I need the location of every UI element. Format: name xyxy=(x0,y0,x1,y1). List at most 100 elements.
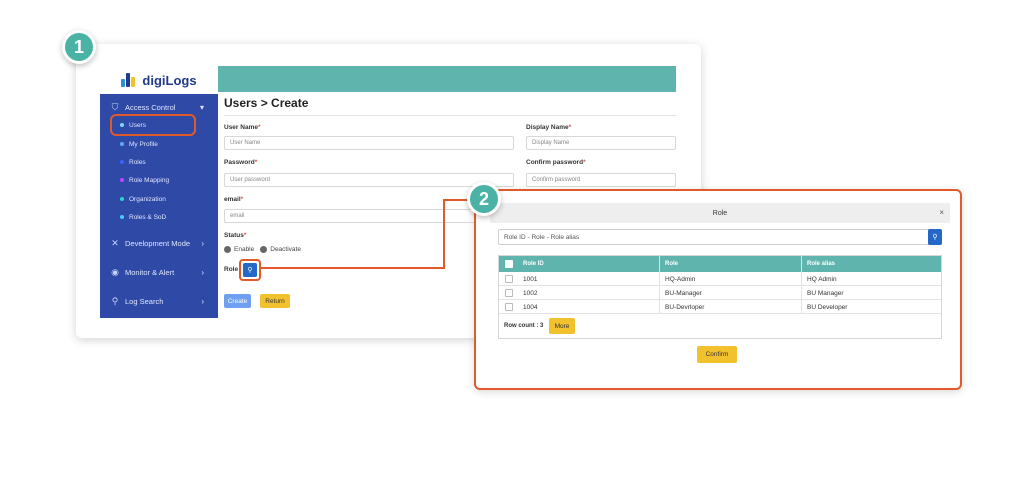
label-text: Confirm password xyxy=(526,159,584,166)
sidebar-item-organization[interactable]: Organization xyxy=(100,193,218,205)
modal-header: Role × xyxy=(490,203,950,223)
display-name-label: Display Name* xyxy=(526,124,571,131)
enable-radio[interactable] xyxy=(224,246,231,253)
sidebar-item-my-profile[interactable]: My Profile xyxy=(100,138,218,150)
label-text: email xyxy=(224,196,241,203)
display-name-input[interactable]: Display Name xyxy=(526,136,676,150)
role-label: Role xyxy=(224,266,239,273)
chevron-right-icon: › xyxy=(201,267,204,277)
chevron-right-icon: › xyxy=(201,296,204,306)
shield-icon: ⛉ xyxy=(111,101,119,112)
sidebar-item-label: My Profile xyxy=(129,140,158,148)
confirm-password-input[interactable]: Confirm password xyxy=(526,173,676,187)
bullet-icon xyxy=(120,160,124,164)
required-mark: * xyxy=(568,124,572,131)
label-text: User Name xyxy=(224,124,258,131)
status-radio-group: Enable Deactivate xyxy=(224,246,301,253)
role-alias-cell: HQ Admin xyxy=(807,275,837,283)
select-all-checkbox[interactable] xyxy=(505,260,513,268)
status-label: Status* xyxy=(224,232,246,239)
connector-line xyxy=(261,267,444,269)
sidebar-item-roles-sod[interactable]: Roles & SoD xyxy=(100,211,218,223)
close-icon[interactable]: × xyxy=(939,208,944,217)
label-text: Password xyxy=(224,159,255,166)
label-text: Status xyxy=(224,232,244,239)
password-label: Password* xyxy=(224,159,257,166)
bullet-icon xyxy=(120,142,124,146)
deactivate-radio-label: Deactivate xyxy=(270,246,301,253)
confirm-button[interactable]: Confirm xyxy=(697,346,737,363)
brand-name: digiLogs xyxy=(142,72,197,88)
required-mark: * xyxy=(254,159,258,166)
sidebar-group-log-search[interactable]: ⚲ Log Search › xyxy=(100,294,218,308)
sidebar-group-development-mode[interactable]: ✕ Development Mode › xyxy=(100,236,218,250)
eye-icon: ◉ xyxy=(111,266,119,277)
label-text: Display Name xyxy=(526,124,569,131)
step-1-badge: 1 xyxy=(62,30,96,64)
column-header: Role ID xyxy=(523,261,544,267)
required-mark: * xyxy=(583,159,586,166)
row-count: Row count : 3 xyxy=(504,323,544,329)
column-header: Role alias xyxy=(807,261,836,267)
modal-title: Role xyxy=(712,209,728,217)
sidebar-group-label: Access Control xyxy=(125,102,176,112)
confirm-password-label: Confirm password* xyxy=(526,159,586,166)
create-button[interactable]: Create xyxy=(224,294,251,308)
divider xyxy=(224,115,676,116)
sidebar-item-roles[interactable]: Roles xyxy=(100,156,218,168)
role-id-cell: 1004 xyxy=(523,303,538,311)
search-icon: ⚲ xyxy=(111,295,119,306)
step-2-badge: 2 xyxy=(467,182,501,216)
sidebar-group-label: Log Search xyxy=(125,296,164,306)
required-mark: * xyxy=(243,232,247,239)
table-row[interactable]: 1002 BU-Manager BU Manager xyxy=(499,286,941,300)
deactivate-radio[interactable] xyxy=(260,246,268,253)
sidebar-item-role-mapping[interactable]: Role Mapping xyxy=(100,174,218,186)
return-button[interactable]: Return xyxy=(260,294,290,308)
search-icon: ⚲ xyxy=(932,234,938,241)
bullet-icon xyxy=(120,215,124,219)
sidebar-item-label: Roles xyxy=(129,158,146,166)
role-table: Role ID Role Role alias 1001 HQ-Admin HQ… xyxy=(498,255,942,339)
sidebar-group-access-control[interactable]: ⛉ Access Control ▾ xyxy=(100,100,218,114)
email-input[interactable]: email xyxy=(224,209,514,223)
role-id-cell: 1001 xyxy=(523,275,538,283)
role-cell: BU-Manager xyxy=(665,289,702,297)
user-name-label: User Name* xyxy=(224,124,261,131)
password-input[interactable]: User password xyxy=(224,173,514,187)
top-bar xyxy=(218,66,676,92)
row-checkbox[interactable] xyxy=(505,289,513,297)
users-highlight-outline xyxy=(110,114,196,136)
required-mark: * xyxy=(257,124,261,131)
connector-line xyxy=(443,199,445,269)
logo-icon xyxy=(121,73,137,87)
row-checkbox[interactable] xyxy=(505,303,513,311)
table-row[interactable]: 1001 HQ-Admin HQ Admin xyxy=(499,272,941,286)
logo[interactable]: digiLogs xyxy=(100,66,218,94)
role-cell: HQ-Admin xyxy=(665,275,696,283)
sidebar-group-label: Development Mode xyxy=(125,238,191,248)
sidebar-item-label: Roles & SoD xyxy=(129,213,167,221)
sidebar-item-label: Organization xyxy=(129,195,166,203)
bullet-icon xyxy=(120,197,124,201)
role-id-cell: 1002 xyxy=(523,289,538,297)
page-title: Users > Create xyxy=(224,96,309,110)
modal-search-button[interactable]: ⚲ xyxy=(928,229,942,245)
role-search-input[interactable]: Role ID - Role - Role alias xyxy=(498,229,930,245)
table-row[interactable]: 1004 BU-Devrloper BU Developer xyxy=(499,300,941,314)
role-alias-cell: BU Manager xyxy=(807,289,844,297)
tools-icon: ✕ xyxy=(111,237,119,248)
sidebar-group-monitor-alert[interactable]: ◉ Monitor & Alert › xyxy=(100,265,218,279)
role-alias-cell: BU Developer xyxy=(807,303,848,311)
chevron-right-icon: › xyxy=(201,238,204,248)
more-button[interactable]: More xyxy=(549,318,575,334)
row-checkbox[interactable] xyxy=(505,275,513,283)
required-mark: * xyxy=(240,196,244,203)
bullet-icon xyxy=(120,178,124,182)
sidebar-item-label: Role Mapping xyxy=(129,176,170,184)
role-cell: BU-Devrloper xyxy=(665,303,705,311)
chevron-down-icon: ▾ xyxy=(199,102,204,112)
column-header: Role xyxy=(665,261,679,267)
role-select-modal: Role × Role ID - Role - Role alias ⚲ Rol… xyxy=(474,189,962,390)
user-name-input[interactable]: User Name xyxy=(224,136,514,150)
